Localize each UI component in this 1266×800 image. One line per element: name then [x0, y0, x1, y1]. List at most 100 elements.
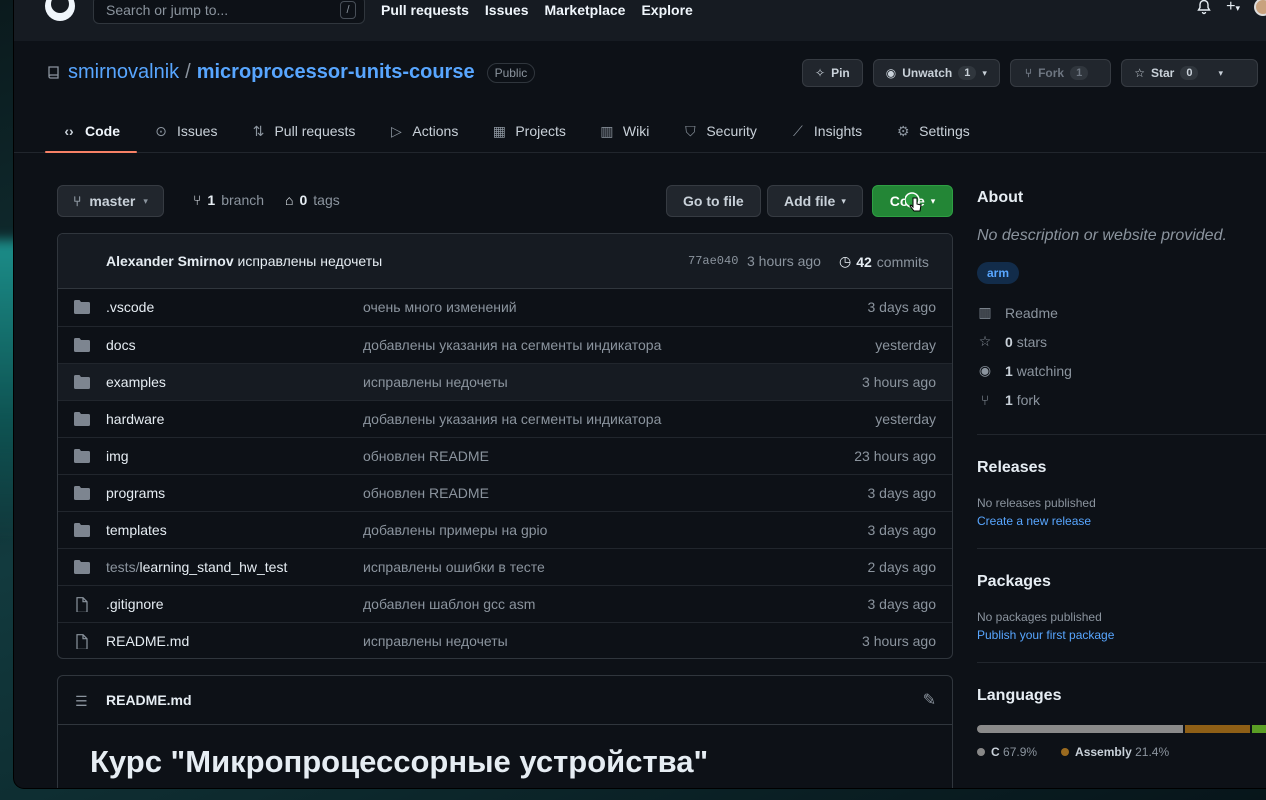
- file-name[interactable]: README.md: [106, 633, 189, 649]
- caret-down-icon[interactable]: ▾: [1218, 68, 1223, 79]
- caret-down-icon: ▾: [1235, 3, 1240, 13]
- divider: [977, 548, 1266, 549]
- file-commit-message[interactable]: добавлены указания на сегменты индикатор…: [363, 411, 661, 427]
- graph-icon: ⟋: [793, 122, 803, 139]
- file-commit-date: 3 hours ago: [862, 374, 936, 390]
- topic-tag[interactable]: arm: [977, 262, 1020, 284]
- tab-pull-requests[interactable]: ⇅ Pull requests: [234, 109, 372, 153]
- add-file-button[interactable]: Add file ▾: [767, 185, 863, 217]
- publish-package-link[interactable]: Publish your first package: [977, 628, 1266, 642]
- file-name[interactable]: .vscode: [106, 299, 154, 315]
- file-commit-message[interactable]: добавлены указания на сегменты индикатор…: [363, 337, 661, 353]
- nav-issues[interactable]: Issues: [485, 2, 529, 18]
- language-item[interactable]: Assembly 21.4%: [1061, 745, 1169, 759]
- tags-link[interactable]: ⌂ 0 tags: [285, 192, 340, 208]
- tab-settings[interactable]: ⚙ Settings: [879, 109, 987, 153]
- star-button[interactable]: ☆ Star 0 ▾: [1121, 59, 1258, 87]
- file-browser: Alexander Smirnov исправлены недочеты 77…: [57, 233, 953, 659]
- create-new-dropdown[interactable]: +▾: [1226, 0, 1240, 16]
- tab-projects[interactable]: ▦ Projects: [475, 109, 583, 153]
- packages-title[interactable]: Packages: [977, 573, 1266, 591]
- avatar[interactable]: [1254, 0, 1266, 16]
- file-row[interactable]: README.md исправлены недочеты 3 hours ago: [58, 622, 952, 658]
- file-commit-message[interactable]: обновлен README: [363, 448, 489, 464]
- folder-icon: [74, 523, 90, 537]
- code-button[interactable]: Code ▾: [872, 185, 953, 217]
- readme-filename[interactable]: README.md: [106, 692, 192, 708]
- commits-link[interactable]: ◷ 42 commits: [839, 253, 929, 270]
- file-row[interactable]: .gitignore добавлен шаблон gcc asm 3 days …: [58, 585, 952, 622]
- file-row[interactable]: hardware добавлены указания на сегменты и…: [58, 400, 952, 437]
- unwatch-button[interactable]: ◉ Unwatch 1 ▾: [872, 59, 1000, 87]
- file-name[interactable]: .gitignore: [106, 596, 164, 612]
- file-row[interactable]: img обновлен README 23 hours ago: [58, 437, 952, 474]
- commit-message[interactable]: исправлены недочеты: [238, 253, 383, 269]
- search-input[interactable]: Search or jump to... /: [93, 0, 365, 24]
- tab-security[interactable]: ⛉ Security: [666, 109, 774, 153]
- list-icon[interactable]: ☰: [75, 693, 88, 710]
- file-commit-message[interactable]: исправлены недочеты: [363, 633, 508, 649]
- fork-icon: ⑂: [980, 391, 990, 408]
- tab-issues[interactable]: ⊙ Issues: [137, 109, 234, 153]
- create-release-link[interactable]: Create a new release: [977, 514, 1266, 528]
- file-name[interactable]: hardware: [106, 411, 164, 427]
- stars-link[interactable]: ☆ 0 stars: [977, 327, 1266, 356]
- file-commit-message[interactable]: добавлены примеры на gpio: [363, 522, 547, 538]
- file-commit-message[interactable]: исправлены недочеты: [363, 374, 508, 390]
- watching-count: 1: [1005, 362, 1013, 379]
- watching-link[interactable]: ◉ 1 watching: [977, 356, 1266, 385]
- tab-code[interactable]: ‹› Code: [45, 109, 137, 153]
- repo-name-link[interactable]: microprocessor-units-course: [197, 61, 475, 84]
- github-logo-icon[interactable]: [44, 0, 76, 22]
- tab-wiki[interactable]: ▥ Wiki: [583, 109, 666, 153]
- star-count: 0: [1180, 66, 1199, 80]
- file-row[interactable]: examples исправлены недочеты 3 hours ago: [58, 363, 952, 400]
- tag-icon: ⌂: [285, 192, 294, 208]
- file-commit-message[interactable]: исправлены ошибки в тесте: [363, 559, 545, 575]
- nav-explore[interactable]: Explore: [641, 2, 692, 18]
- file-name[interactable]: tests/learning_stand_hw_test: [106, 559, 287, 575]
- readme-link[interactable]: ▥ Readme: [977, 298, 1266, 327]
- branches-link[interactable]: ⑂ 1 branch: [193, 192, 264, 208]
- file-row[interactable]: programs обновлен README 3 days ago: [58, 474, 952, 511]
- commit-sha[interactable]: 77ae040: [688, 254, 738, 268]
- tab-actions[interactable]: ▷ Actions: [372, 109, 475, 153]
- file-path-prefix[interactable]: tests/: [106, 559, 139, 575]
- releases-title[interactable]: Releases: [977, 459, 1266, 477]
- file-row[interactable]: .vscode очень много изменений 3 days ago: [58, 289, 952, 326]
- pin-button[interactable]: ✧ Pin: [802, 59, 863, 87]
- file-commit-date: 3 days ago: [867, 596, 937, 612]
- file-row[interactable]: templates добавлены примеры на gpio 3 days…: [58, 511, 952, 548]
- pencil-icon[interactable]: ✎: [923, 690, 936, 710]
- branch-selector[interactable]: ⑂ master ▾: [57, 185, 164, 217]
- global-header: Search or jump to... / Pull requests Iss…: [14, 0, 1266, 41]
- tab-insights[interactable]: ⟋ Insights: [774, 109, 879, 153]
- languages-bar: [977, 725, 1266, 733]
- file-name[interactable]: img: [106, 448, 129, 464]
- file-name[interactable]: docs: [106, 337, 136, 353]
- nav-pull-requests[interactable]: Pull requests: [381, 2, 469, 18]
- fork-icon: ⑂: [1024, 66, 1033, 80]
- file-commit-message[interactable]: очень много изменений: [363, 299, 517, 315]
- tab-label: Security: [706, 123, 757, 139]
- bell-icon[interactable]: [1196, 0, 1212, 15]
- forks-link[interactable]: ⑂ 1 fork: [977, 385, 1266, 414]
- repo-owner-link[interactable]: smirnovalnik: [68, 61, 179, 84]
- commit-author[interactable]: Alexander Smirnov исправлены недочеты: [106, 253, 382, 269]
- folder-icon: [74, 449, 90, 463]
- file-commit-date: yesterday: [875, 411, 936, 427]
- book-icon: ▥: [978, 304, 992, 320]
- file-row[interactable]: tests/learning_stand_hw_test исправлены о…: [58, 548, 952, 585]
- go-to-file-button[interactable]: Go to file: [666, 185, 761, 217]
- nav-marketplace[interactable]: Marketplace: [545, 2, 626, 18]
- file-name[interactable]: templates: [106, 522, 167, 538]
- file-row[interactable]: docs добавлены указания на сегменты индик…: [58, 326, 952, 363]
- file-commit-message[interactable]: обновлен README: [363, 485, 489, 501]
- file-name[interactable]: programs: [106, 485, 165, 501]
- commit-count-label: commits: [876, 253, 929, 270]
- file-commit-message[interactable]: добавлен шаблон gcc asm: [363, 596, 535, 612]
- language-item[interactable]: C 67.9%: [977, 745, 1037, 759]
- fork-button[interactable]: ⑂ Fork 1: [1009, 59, 1112, 87]
- commit-count: 42: [856, 253, 872, 270]
- file-name[interactable]: examples: [106, 374, 166, 390]
